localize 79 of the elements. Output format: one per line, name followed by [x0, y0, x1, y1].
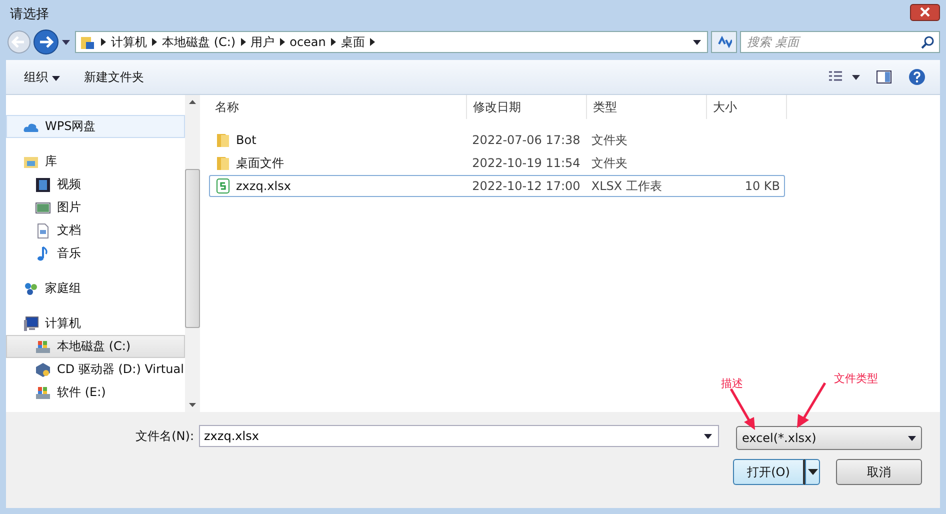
- table-cell-text: 2022-10-19 11:54: [471, 156, 582, 170]
- dropdown-icon[interactable]: [693, 40, 701, 44]
- sidebar-item[interactable]: 本地磁盘 (C:): [6, 335, 185, 358]
- table-cell-text: 文件夹: [590, 132, 628, 148]
- folder-icon: [216, 132, 230, 148]
- sidebar-item[interactable]: 计算机: [6, 312, 185, 335]
- breadcrumb[interactable]: 桌面: [340, 34, 365, 50]
- table-cell-text: XLSX 工作表: [590, 178, 663, 194]
- sidebar-item[interactable]: CD 驱动器 (D:) Virtual: [6, 358, 185, 381]
- open-button[interactable]: 打开(O): [733, 459, 805, 485]
- file-name: 桌面文件: [236, 154, 284, 172]
- cd-drive-icon: [35, 362, 51, 378]
- sidebar-item[interactable]: 家庭组: [6, 277, 185, 300]
- address-bar[interactable]: 计算机 本地磁盘 (C:) 用户 ocean 桌面: [75, 31, 708, 53]
- dropdown-icon: [908, 436, 916, 440]
- homegroup-icon: [23, 280, 39, 296]
- file-name: Bot: [236, 133, 256, 147]
- film-icon: [35, 176, 51, 192]
- sidebar-item[interactable]: 库: [6, 150, 185, 173]
- sidebar-item[interactable]: 音乐: [6, 242, 185, 265]
- computer-icon: [23, 316, 39, 332]
- annotation-label: 文件类型: [834, 371, 878, 386]
- breadcrumb[interactable]: 本地磁盘 (C:): [162, 34, 236, 50]
- file-name: zxzq.xlsx: [236, 179, 291, 193]
- organize-button[interactable]: 组织: [20, 66, 64, 88]
- new-folder-button[interactable]: 新建文件夹: [80, 66, 148, 88]
- refresh-button[interactable]: [711, 31, 737, 53]
- column-header[interactable]: 修改日期: [467, 95, 587, 119]
- annotation-label: 描述: [721, 376, 743, 391]
- sidebar-item[interactable]: WPS网盘: [6, 115, 185, 138]
- cancel-button[interactable]: 取消: [836, 459, 922, 485]
- table-cell-text: 2022-07-06 17:38: [471, 133, 582, 147]
- sidebar-item[interactable]: 文档: [6, 219, 185, 242]
- search-icon: [921, 36, 934, 49]
- caret-icon: [808, 469, 818, 475]
- breadcrumb[interactable]: 用户: [250, 34, 275, 50]
- folder-icon: [80, 34, 96, 50]
- chevron-icon[interactable]: [101, 38, 106, 46]
- search-field[interactable]: 搜索 桌面: [740, 31, 940, 53]
- close-button[interactable]: [910, 4, 940, 20]
- document-icon: [35, 222, 51, 238]
- sidebar-item[interactable]: 软件 (E:): [6, 381, 185, 404]
- column-header[interactable]: 名称: [209, 95, 467, 119]
- chevron-icon[interactable]: [240, 38, 246, 46]
- column-header[interactable]: 类型: [587, 95, 707, 119]
- breadcrumb[interactable]: 计算机: [111, 34, 147, 50]
- filename-label: 文件名(N):: [134, 428, 194, 444]
- table-cell-text: 文件夹: [590, 154, 628, 172]
- sidebar-item[interactable]: 图片: [6, 196, 185, 219]
- help-icon[interactable]: [908, 68, 926, 86]
- back-forward-icon[interactable]: [6, 28, 72, 56]
- refresh-icon: [716, 35, 732, 49]
- chevron-icon[interactable]: [152, 38, 157, 46]
- file-row[interactable]: 桌面文件 2022-10-19 11:54 文件夹: [209, 152, 785, 174]
- chevron-icon[interactable]: [280, 38, 285, 46]
- folder-icon: [216, 155, 230, 171]
- scrollbar[interactable]: [184, 95, 200, 412]
- sidebar-item[interactable]: 视频: [6, 173, 185, 196]
- chevron-icon[interactable]: [370, 38, 375, 46]
- table-cell-text: 2022-10-12 17:00: [471, 179, 582, 193]
- disk-drive-icon: [35, 384, 51, 400]
- spreadsheet-file-icon: [216, 178, 230, 194]
- dropdown-icon[interactable]: [704, 434, 712, 439]
- disk-drive-icon: [35, 338, 51, 354]
- caret-icon: [52, 76, 60, 80]
- close-icon: [919, 7, 931, 17]
- picture-icon: [35, 200, 51, 216]
- chevron-icon[interactable]: [330, 38, 336, 46]
- window-title: 请选择: [9, 6, 49, 23]
- column-header[interactable]: 大小: [707, 95, 787, 119]
- file-row[interactable]: zxzq.xlsx 2022-10-12 17:00 XLSX 工作表 10 KB: [209, 175, 785, 197]
- filename-field[interactable]: zxzq.xlsx: [199, 425, 719, 447]
- breadcrumb[interactable]: ocean: [290, 35, 326, 49]
- table-cell: 10 KB: [744, 179, 780, 193]
- view-options-icon[interactable]: [828, 70, 860, 84]
- open-dropdown-button[interactable]: [805, 459, 820, 485]
- file-row[interactable]: Bot 2022-07-06 17:38 文件夹: [209, 129, 785, 151]
- file-type-dropdown[interactable]: excel(*.xlsx): [736, 426, 922, 450]
- preview-pane-icon[interactable]: [876, 70, 892, 84]
